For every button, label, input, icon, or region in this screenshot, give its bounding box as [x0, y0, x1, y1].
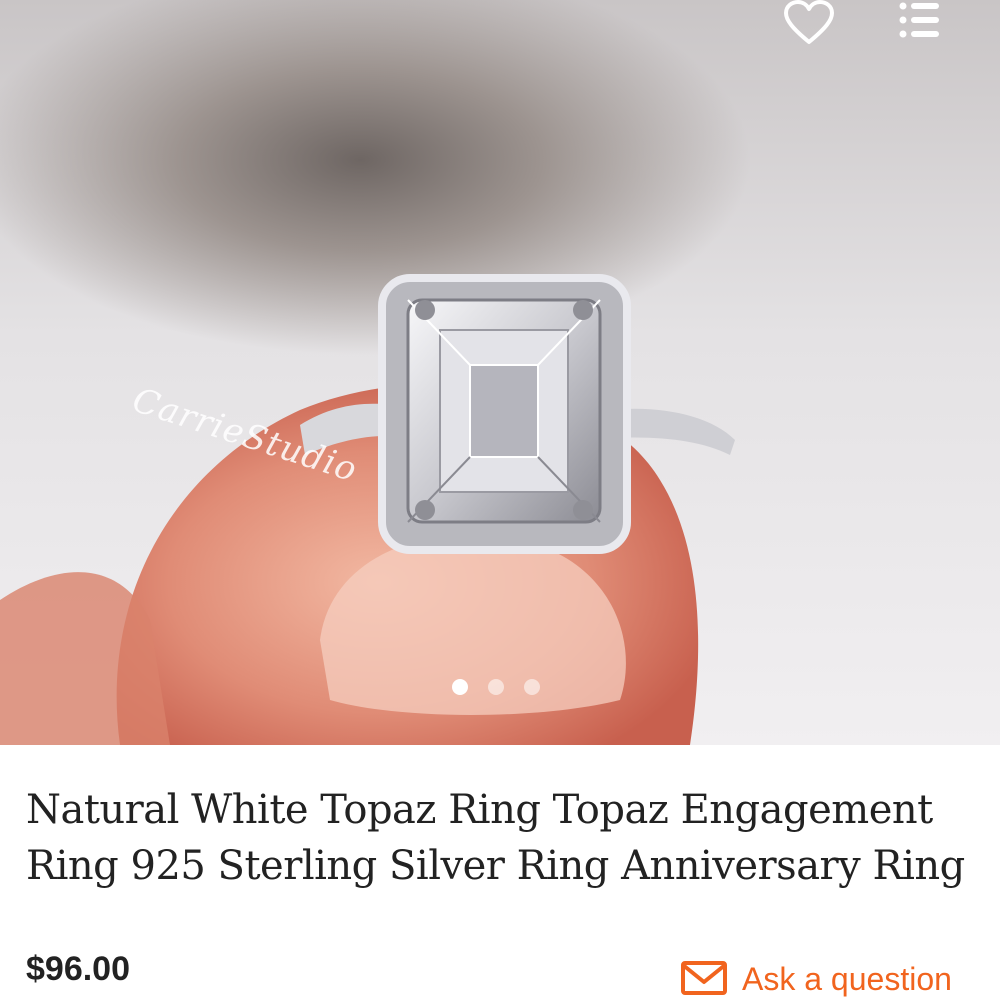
- ring-photo-illustration: [0, 274, 735, 745]
- heart-icon: [784, 0, 834, 44]
- gallery-pagination: [452, 678, 552, 696]
- product-photo[interactable]: CarrieStudio: [0, 0, 1000, 745]
- listing-title: Natural White Topaz Ring Topaz Engagemen…: [26, 787, 965, 889]
- gallery-dot-2[interactable]: [488, 679, 504, 695]
- listing-price: $96.00: [26, 950, 130, 988]
- gallery-dot-3[interactable]: [524, 679, 540, 695]
- listing-menu-button[interactable]: [895, 0, 955, 48]
- menu-list-icon: [899, 2, 939, 38]
- ask-question-label: Ask a question: [742, 960, 952, 997]
- favorite-button[interactable]: [782, 0, 842, 48]
- envelope-icon: [681, 961, 727, 995]
- ask-question-button[interactable]: Ask a question: [680, 958, 952, 1000]
- gallery-dot-1[interactable]: [452, 679, 468, 695]
